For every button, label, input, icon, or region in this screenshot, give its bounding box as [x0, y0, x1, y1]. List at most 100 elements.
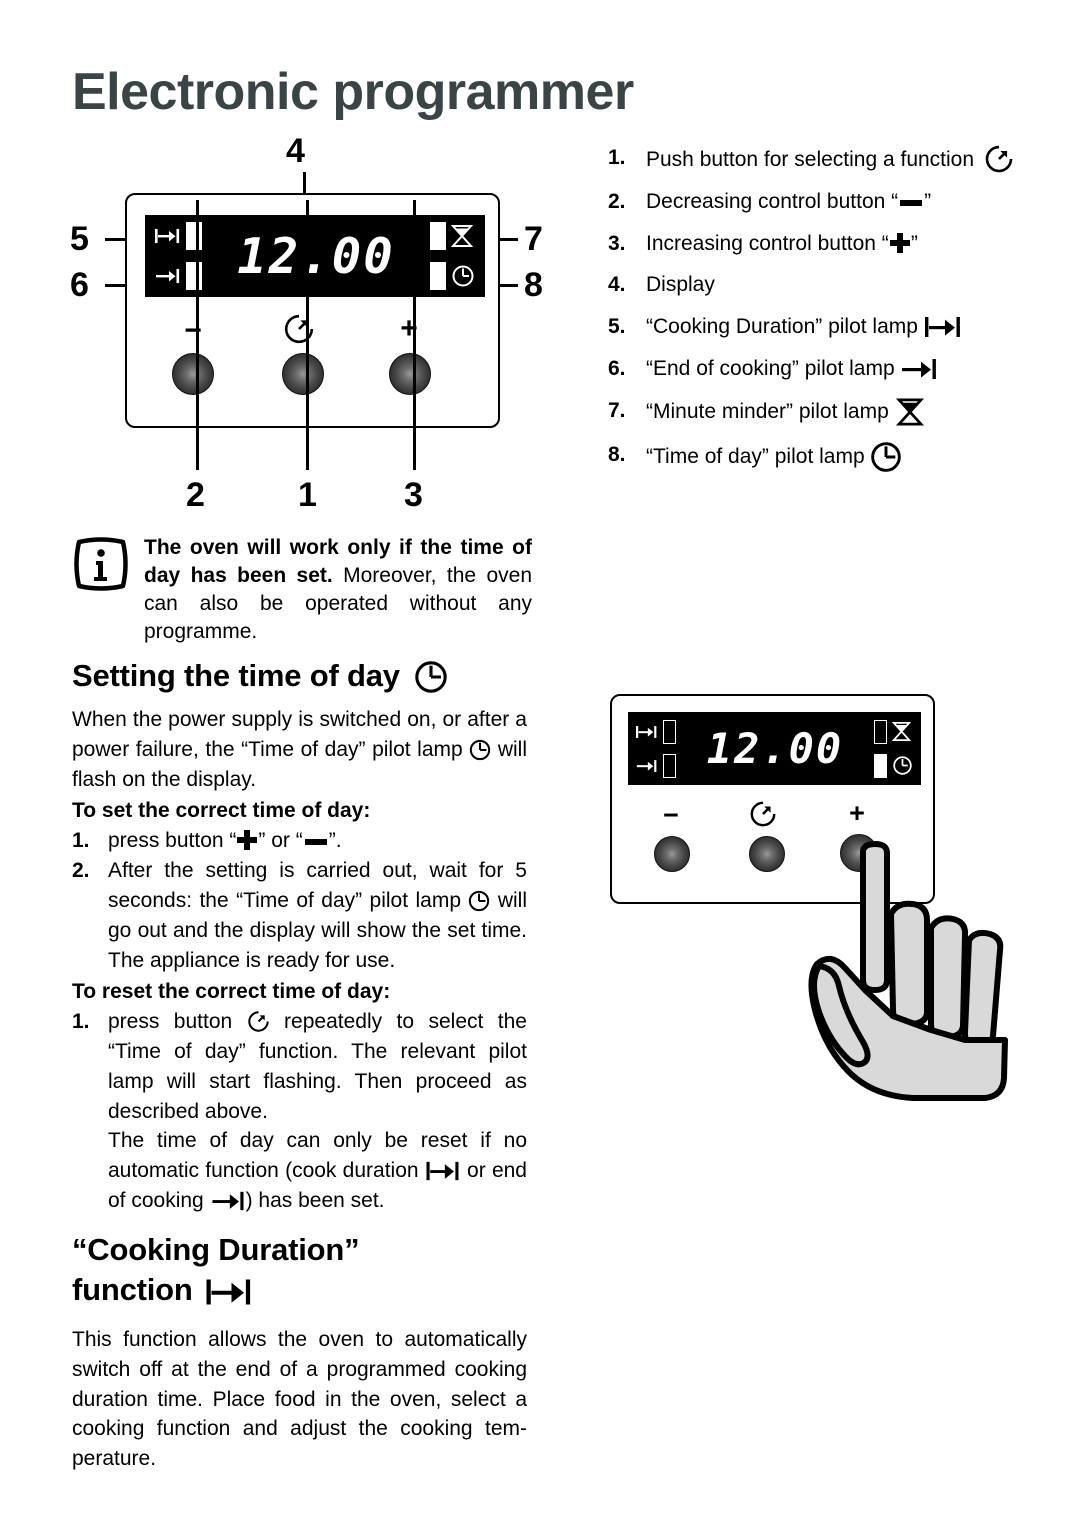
- reset-time-heading: To reset the correct time of day:: [72, 980, 391, 1004]
- legend-item-1: 1. Push button for selecting a function: [608, 144, 1038, 174]
- end-of-cooking-lamp: [186, 262, 202, 290]
- callout-number-8: 8: [524, 266, 543, 304]
- plus-button[interactable]: [389, 353, 431, 395]
- cooking-duration-lamp-row-2: [636, 719, 676, 744]
- cooking-duration-lamp-2: [663, 719, 676, 744]
- legend-label: Push button for selecting a function: [646, 144, 1038, 174]
- right-pilot-lamps: [430, 222, 475, 290]
- clock-icon: [415, 661, 447, 693]
- hourglass-icon: [895, 398, 924, 426]
- set-step-1-b: ” or “: [258, 829, 303, 853]
- cooking-duration-icon: [924, 317, 960, 338]
- hourglass-icon: [892, 722, 911, 741]
- legend-number: 1.: [608, 146, 626, 169]
- time-of-day-lamp-2: [874, 753, 887, 778]
- section-heading-cooking-duration-line2-text: function: [72, 1271, 193, 1307]
- callout-number-4: 4: [286, 132, 305, 170]
- time-of-day-intro-1: When the power supply is switched on, or…: [72, 708, 527, 761]
- legend-number: 2.: [608, 190, 626, 213]
- function-button-2[interactable]: [749, 836, 785, 872]
- plus-icon: [889, 232, 910, 253]
- cooking-duration-lamp-row: [155, 222, 202, 250]
- clock-icon: [452, 265, 474, 287]
- legend-item-1-text: Push button for selecting a function: [646, 148, 975, 171]
- clock-icon: [470, 739, 491, 760]
- set-step-2: 2. After the setting is carried out, wai…: [72, 856, 527, 975]
- leader-line-1: [306, 200, 309, 470]
- legend-item-7-text: “Minute minder” pilot lamp: [646, 399, 889, 423]
- plus-button-label: +: [400, 312, 418, 345]
- plus-button-label-2: +: [849, 798, 865, 828]
- minus-button-2[interactable]: [654, 836, 690, 872]
- legend-item-8-text: “Time of day” pilot lamp: [646, 444, 865, 468]
- clock-icon: [469, 890, 490, 912]
- step-number: 1.: [72, 829, 90, 853]
- step-indent-spacer: [72, 1126, 108, 1156]
- function-button[interactable]: [282, 353, 324, 395]
- legend-item-6: 6. “End of cooking” pilot lamp: [608, 355, 1038, 383]
- minus-button[interactable]: [172, 353, 214, 395]
- legend-item-2-text-after: ”: [924, 190, 932, 213]
- end-of-cooking-lamp-2: [663, 753, 676, 778]
- function-clock-icon: [750, 801, 776, 827]
- section-heading-cooking-duration: “Cooking Duration” function: [72, 1230, 542, 1309]
- cooking-duration-icon: [155, 229, 180, 243]
- plus-icon: [237, 830, 258, 851]
- minute-minder-lamp-row-2: [874, 719, 913, 744]
- end-of-cooking-icon: [902, 358, 937, 379]
- reset-step-1: 1. press button repeatedly to select the…: [72, 1007, 527, 1126]
- end-of-cooking-icon: [211, 1191, 244, 1211]
- right-pilot-lamps-2: [874, 719, 913, 778]
- section-heading-cooking-duration-line2: function: [72, 1270, 542, 1310]
- callout-number-5: 5: [70, 220, 89, 258]
- reset-note-c: ) has been set.: [245, 1189, 385, 1212]
- legend-label: “Minute minder” pilot lamp: [646, 397, 1038, 427]
- legend-label: “Cooking Duration” pilot lamp: [646, 313, 1038, 341]
- function-clock-icon: [985, 145, 1013, 173]
- reset-step-1-a: press button: [108, 1010, 247, 1034]
- info-note-text: The oven will work only if the time of d…: [144, 534, 532, 646]
- legend-item-5: 5. “Cooking Duration” pilot lamp: [608, 313, 1038, 341]
- cooking-duration-icon: [426, 1162, 459, 1181]
- legend-item-5-text: “Cooking Duration” pilot lamp: [646, 315, 918, 339]
- minute-minder-lamp-2: [874, 719, 887, 744]
- callout-number-3: 3: [404, 476, 423, 514]
- section-heading-time-of-day-text: Setting the time of day: [72, 658, 400, 693]
- minus-icon: [304, 839, 327, 846]
- section-heading-cooking-duration-line1: “Cooking Duration”: [72, 1232, 360, 1267]
- set-step-2-a: After the setting is carried out, wait f…: [108, 859, 527, 912]
- legend-item-2-text: Decreasing control button “: [646, 190, 899, 213]
- hourglass-icon: [451, 225, 473, 247]
- time-of-day-intro: When the power supply is switched on, or…: [72, 705, 527, 794]
- minute-minder-lamp: [430, 222, 446, 250]
- callout-number-6: 6: [70, 266, 89, 304]
- legend-number: 3.: [608, 231, 626, 255]
- display-time-2: 12.00: [706, 724, 844, 773]
- legend-item-3: 3. Increasing control button “ ”: [608, 230, 1038, 258]
- legend-item-3-text-after: ”: [910, 231, 918, 255]
- legend-item-7: 7. “Minute minder” pilot lamp: [608, 397, 1038, 427]
- end-of-cooking-icon: [636, 759, 657, 772]
- step-number: 1.: [72, 1010, 90, 1034]
- clock-icon: [893, 756, 912, 775]
- legend-number: 7.: [608, 398, 626, 422]
- callout-number-7: 7: [524, 220, 543, 258]
- function-clock-icon: [247, 1011, 269, 1032]
- programmer-panel-diagram: 12.00 − +: [125, 193, 500, 428]
- set-time-heading: To set the correct time of day:: [72, 799, 371, 823]
- reset-note-text: The time of day can only be reset if no …: [108, 1126, 527, 1215]
- clock-icon: [871, 441, 902, 472]
- legend-item-4: 4. Display: [608, 271, 1038, 299]
- minus-button-label: −: [184, 314, 202, 347]
- cooking-duration-icon: [636, 725, 657, 738]
- legend-label: Decreasing control button “ ”: [646, 188, 1038, 216]
- function-clock-icon: [284, 314, 314, 344]
- programmer-display-2: 12.00: [628, 712, 921, 785]
- minus-button-label-2: −: [663, 800, 679, 830]
- reset-step-1-text: press button repeatedly to select the “T…: [108, 1007, 527, 1126]
- legend-item-6-text: “End of cooking” pilot lamp: [646, 356, 895, 380]
- set-step-2-text: After the setting is carried out, wait f…: [108, 856, 527, 975]
- legend-item-2: 2. Decreasing control button “ ”: [608, 188, 1038, 216]
- time-of-day-body: When the power supply is switched on, or…: [72, 705, 527, 1216]
- time-of-day-lamp: [430, 262, 446, 290]
